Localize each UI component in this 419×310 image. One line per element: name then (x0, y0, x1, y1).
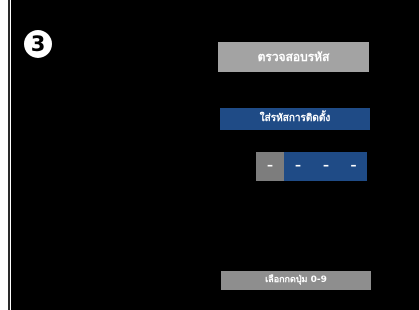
left-border-line (8, 0, 10, 310)
pin-entry-field[interactable]: – – – – (256, 152, 367, 181)
press-buttons-hint: เลือกกดปุ่ม 0-9 (221, 271, 371, 290)
step-number-badge: 3 (24, 30, 52, 58)
verify-code-title: ตรวจสอบรหัส (218, 42, 369, 72)
pin-digit-2[interactable]: – (284, 152, 312, 181)
enter-install-code-label: ใส่รหัสการติดตั้ง (220, 108, 370, 130)
pin-digit-1[interactable]: – (256, 152, 284, 181)
tv-screen: 3 ตรวจสอบรหัส ใส่รหัสการติดตั้ง – – – – … (11, 0, 419, 310)
pin-digit-4[interactable]: – (340, 152, 367, 181)
pin-digit-3[interactable]: – (312, 152, 340, 181)
